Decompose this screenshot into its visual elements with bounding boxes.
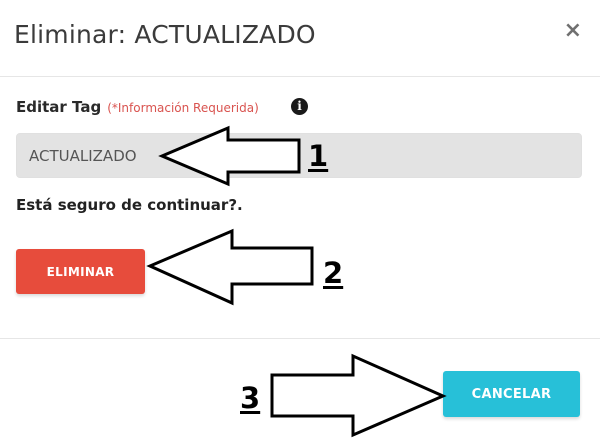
annotation-number-3: 3 [240,381,261,415]
arrow-icon [146,228,314,306]
annotation-number-1: 1 [308,139,329,173]
arrow-icon [270,353,447,438]
arrow-icon [158,125,301,187]
annotation-layer [146,125,447,438]
annotation-number-2: 2 [323,256,344,290]
